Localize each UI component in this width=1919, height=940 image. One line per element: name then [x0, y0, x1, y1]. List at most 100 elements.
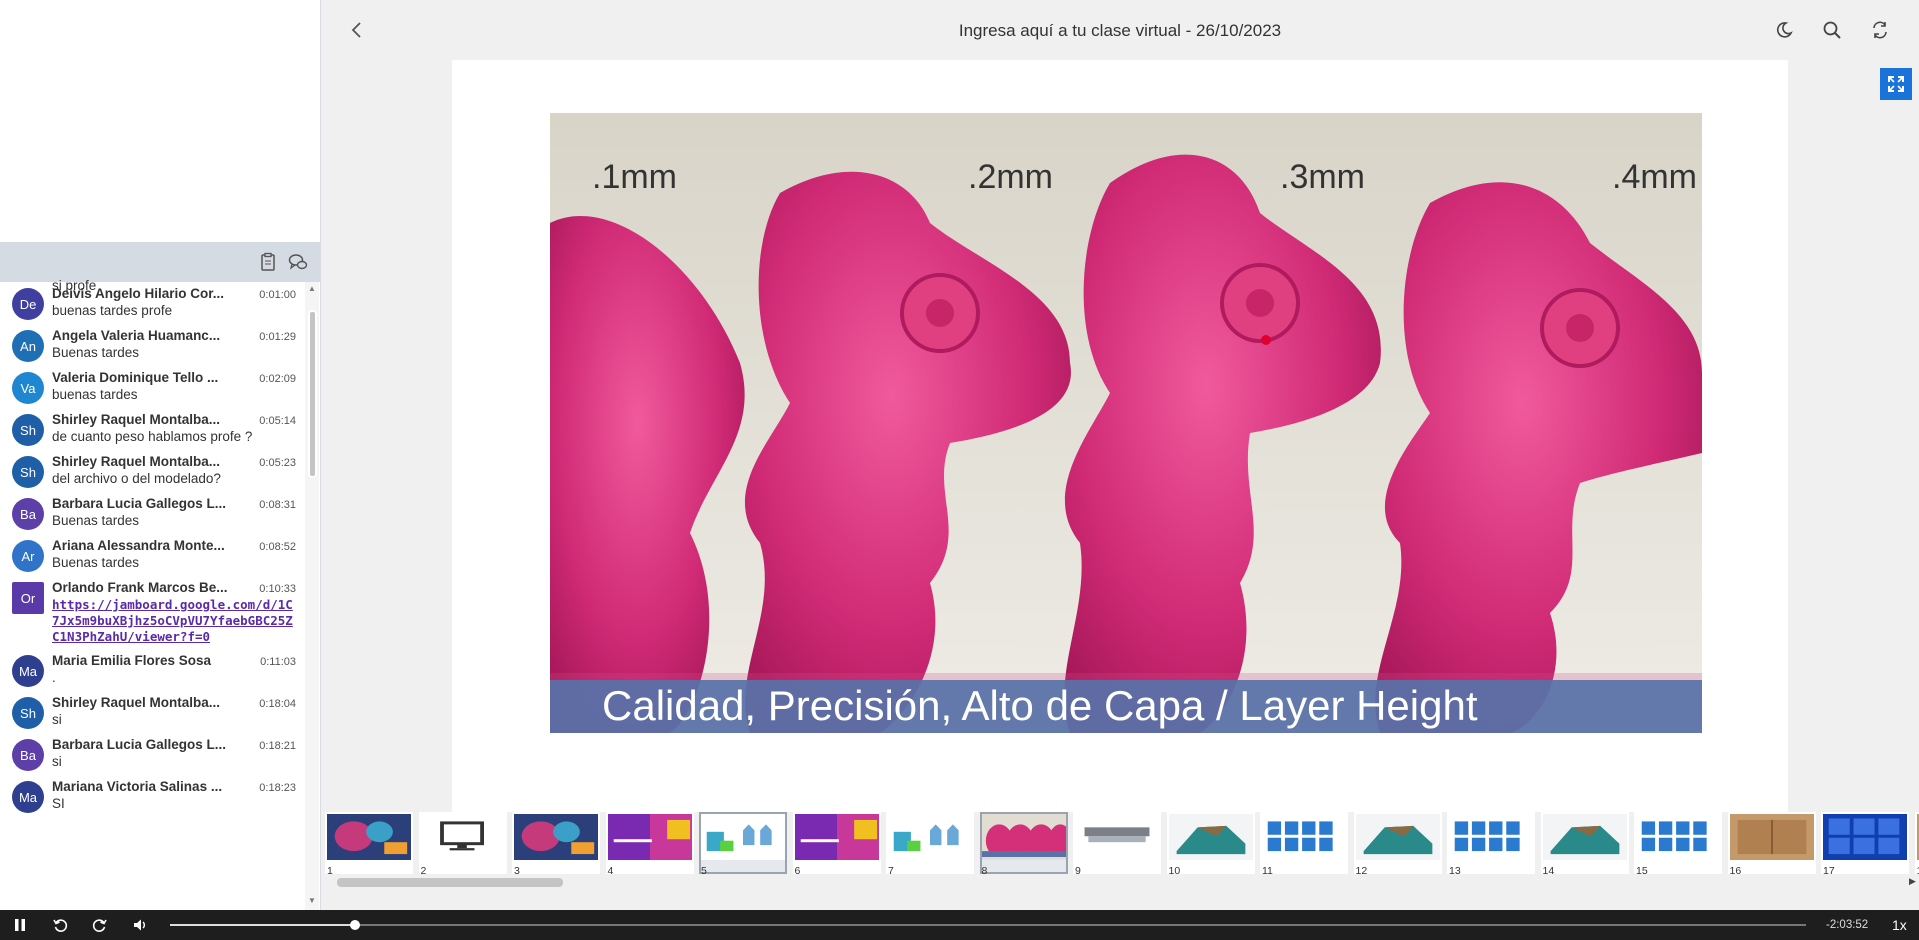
top-bar: Ingresa aquí a tu clase virtual - 26/10/…: [321, 0, 1919, 60]
slide-thumbnail[interactable]: [512, 812, 600, 874]
message-text: Buenas tardes: [52, 513, 140, 528]
message-time[interactable]: 0:05:23: [259, 457, 296, 469]
sender-name: Barbara Lucia Gallegos L...: [52, 496, 227, 511]
layer-label: .2mm: [968, 158, 1053, 196]
chat-message: Ma Maria Emilia Flores Sosa 0:11:03.: [0, 649, 304, 691]
dinosaur-print-photo: .1mm .2mm .3mm .4mm Calidad, Precisión, …: [550, 113, 1702, 733]
search-icon[interactable]: [1821, 19, 1843, 41]
message-time[interactable]: 0:18:21: [259, 740, 296, 752]
chat-scroll-thumb[interactable]: [308, 310, 317, 478]
avatar: Or: [12, 582, 44, 614]
avatar: Ba: [12, 739, 44, 771]
message-text: buenas tardes: [52, 387, 138, 402]
slide-thumbnail[interactable]: [979, 812, 1068, 874]
avatar: An: [12, 330, 44, 362]
message-time[interactable]: 0:05:14: [259, 415, 296, 427]
clipboard-icon[interactable]: [258, 252, 278, 272]
avatar: Ma: [12, 781, 44, 813]
avatar: Va: [12, 372, 44, 404]
sender-name: Ariana Alessandra Monte...: [52, 538, 225, 553]
pause-icon[interactable]: [12, 917, 28, 933]
message-text: .: [52, 670, 56, 685]
chat-message: Va Valeria Dominique Tello ... 0:02:09 buen…: [0, 366, 304, 408]
sender-name: Maria Emilia Flores Sosa: [52, 653, 212, 668]
message-text: Buenas tardes: [52, 555, 140, 570]
chat-message: Ar Ariana Alessandra Monte... 0:08:52 Buena…: [0, 534, 304, 576]
progress-bar[interactable]: [170, 920, 1806, 930]
message-time[interactable]: 0:18:04: [259, 698, 296, 710]
thumbnail-scrollbar[interactable]: ▶: [321, 876, 1919, 888]
slide-caption: Calidad, Precisión, Alto de Capa / Layer…: [602, 682, 1478, 729]
slide-thumbnail[interactable]: [1073, 812, 1161, 874]
chat-options-icon[interactable]: [288, 252, 308, 272]
swap-layout-icon[interactable]: [1869, 19, 1891, 41]
sender-name: Barbara Lucia Gallegos L...: [52, 737, 227, 752]
slide-thumbnail[interactable]: [886, 812, 974, 874]
avatar: Sh: [12, 414, 44, 446]
sender-name: Shirley Raquel Montalba...: [52, 412, 221, 427]
message-time[interactable]: 0:08:52: [259, 541, 296, 553]
message-time[interactable]: 0:01:29: [259, 331, 296, 343]
progress-fill: [170, 924, 355, 926]
avatar: Sh: [12, 456, 44, 488]
slide-thumbnail[interactable]: [1260, 812, 1348, 874]
sender-name: Mariana Victoria Salinas ...: [52, 779, 223, 794]
message-time[interactable]: 0:11:03: [260, 656, 296, 668]
layer-label: .1mm: [592, 158, 677, 196]
sender-name: Deivis Angelo Hilario Cor...: [52, 286, 225, 301]
dark-mode-icon[interactable]: [1773, 19, 1795, 41]
chat-message: Ba Barbara Lucia Gallegos L... 0:08:31 Buen…: [0, 492, 304, 534]
sender-name: Angela Valeria Huamanc...: [52, 328, 221, 343]
layer-label: .4mm: [1612, 158, 1697, 196]
avatar: Ba: [12, 498, 44, 530]
message-text: si: [52, 712, 62, 727]
message-time[interactable]: 0:02:09: [259, 373, 296, 385]
message-text: si: [52, 754, 62, 769]
sender-name: Valeria Dominique Tello ...: [52, 370, 219, 385]
chat-message: Sh Shirley Raquel Montalba... 0:18:04 si: [0, 691, 304, 733]
message-text: del archivo o del modelado?: [52, 471, 221, 486]
message-text: SI: [52, 796, 65, 811]
progress-knob[interactable]: [350, 920, 360, 930]
message-text: de cuanto peso hablamos profe ?: [52, 429, 253, 444]
slide-image: .1mm .2mm .3mm .4mm Calidad, Precisión, …: [550, 113, 1702, 733]
slide-thumbnail[interactable]: [325, 812, 413, 874]
sender-name: Shirley Raquel Montalba...: [52, 695, 221, 710]
scroll-right-icon[interactable]: ▶: [1909, 876, 1916, 887]
message-link[interactable]: https://jamboard.google.com/d/1C7Jx5m9bu…: [52, 597, 296, 645]
message-time[interactable]: 0:01:00: [259, 289, 296, 301]
chat-message: De Deivis Angelo Hilario Cor... 0:01:00 bue…: [0, 282, 304, 324]
playback-speed-button[interactable]: 1x: [1892, 917, 1907, 933]
page-title: Ingresa aquí a tu clase virtual - 26/10/…: [958, 21, 1282, 40]
forward-icon[interactable]: [92, 917, 108, 933]
message-time[interactable]: 0:10:33: [259, 583, 296, 595]
message-text: buenas tardes profe: [52, 303, 173, 318]
slide-thumbnail[interactable]: [418, 812, 507, 874]
chat-message: Sh Shirley Raquel Montalba... 0:05:23 del a…: [0, 450, 304, 492]
slide-thumbnail[interactable]: [605, 812, 694, 874]
slide-frame: .1mm .2mm .3mm .4mm Calidad, Precisión, …: [452, 60, 1788, 812]
left-panel: si profe De Deivis Angelo Hilario Cor... 0…: [0, 0, 321, 910]
volume-icon[interactable]: [132, 917, 148, 933]
chat-message: Or Orlando Frank Marcos Be... 0:10:33 https…: [0, 576, 304, 649]
avatar: Ma: [12, 655, 44, 687]
player-bar: -2:03:52 1x: [0, 910, 1919, 940]
thumbnail-scroll-thumb[interactable]: [337, 878, 563, 887]
slide-thumbnail[interactable]: [699, 812, 787, 874]
chat-scrollbar[interactable]: ▲ ▼: [305, 282, 319, 910]
sender-name: Shirley Raquel Montalba...: [52, 454, 221, 469]
sender-name: Orlando Frank Marcos Be...: [52, 580, 228, 595]
layer-label: .3mm: [1280, 158, 1365, 196]
avatar: Ar: [12, 540, 44, 572]
avatar: Sh: [12, 697, 44, 729]
message-time[interactable]: 0:18:23: [259, 782, 296, 794]
fullscreen-button[interactable]: [1880, 68, 1912, 100]
rewind-icon[interactable]: [52, 917, 68, 933]
message-time[interactable]: 0:08:31: [259, 499, 296, 511]
main-area: Ingresa aquí a tu clase virtual - 26/10/…: [321, 0, 1919, 910]
time-remaining: -2:03:52: [1826, 919, 1869, 931]
slide-thumbnail[interactable]: [792, 812, 881, 874]
chat-message: Sh Shirley Raquel Montalba... 0:05:14 de cu…: [0, 408, 304, 450]
chat-message: An Angela Valeria Huamanc... 0:01:29 Buenas…: [0, 324, 304, 366]
message-text: Buenas tardes: [52, 345, 140, 360]
